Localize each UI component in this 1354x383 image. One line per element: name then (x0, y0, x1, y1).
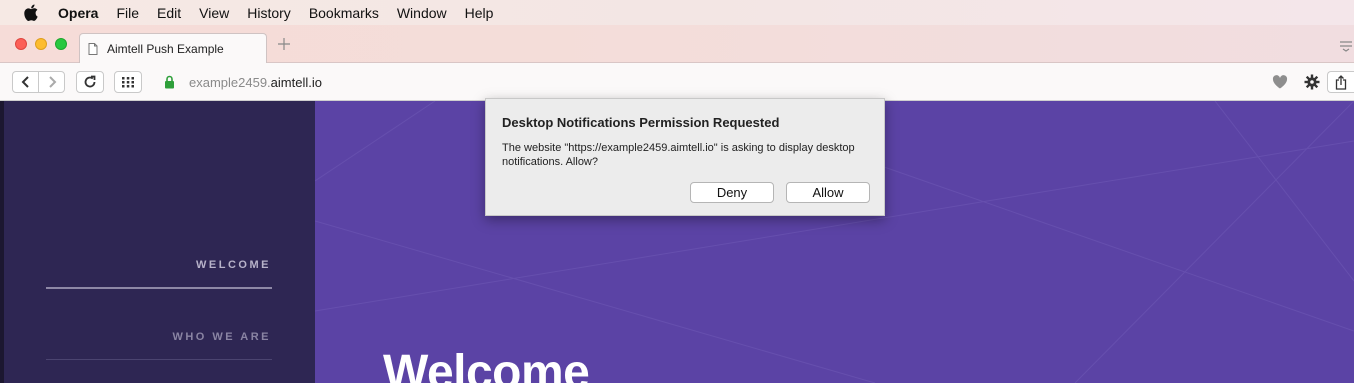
speed-dial-button[interactable] (114, 71, 142, 93)
gear-icon[interactable] (1304, 74, 1320, 90)
tab-title: Aimtell Push Example (107, 41, 224, 56)
sidebar-edge (0, 101, 4, 383)
share-icon (1335, 74, 1347, 90)
heart-icon[interactable] (1272, 75, 1288, 89)
menu-edit[interactable]: Edit (157, 5, 181, 21)
reload-button[interactable] (76, 71, 104, 93)
menu-view[interactable]: View (199, 5, 229, 21)
menu-file[interactable]: File (116, 5, 139, 21)
new-tab-plus-icon[interactable] (275, 35, 293, 53)
tab-menu-icon[interactable] (1338, 39, 1354, 52)
address-toolbar: example2459. aimtell.io (0, 63, 1354, 101)
menu-window[interactable]: Window (397, 5, 447, 21)
reload-icon (84, 75, 96, 88)
nav-link-who-we-are[interactable]: WHO WE ARE (46, 331, 271, 343)
menu-bar: Opera File Edit View History Bookmarks W… (0, 0, 1354, 25)
close-window-button[interactable] (15, 38, 27, 50)
share-button[interactable] (1327, 71, 1354, 93)
menu-history[interactable]: History (247, 5, 291, 21)
back-button[interactable] (12, 71, 39, 93)
nav-link-welcome[interactable]: WELCOME (46, 259, 271, 271)
grid-icon (122, 77, 134, 88)
url-subdomain: example2459. (189, 74, 271, 90)
dialog-message: The website "https://example2459.aimtell… (502, 142, 855, 168)
page-icon (88, 42, 98, 55)
menu-help[interactable]: Help (465, 5, 494, 21)
address-bar[interactable]: example2459. aimtell.io (154, 71, 1294, 93)
tab-aimtell-push-example[interactable]: Aimtell Push Example (79, 33, 267, 63)
deny-button[interactable]: Deny (690, 182, 774, 203)
allow-button[interactable]: Allow (786, 182, 870, 203)
url-domain: aimtell.io (270, 74, 322, 90)
minimize-window-button[interactable] (35, 38, 47, 50)
menu-app-opera[interactable]: Opera (58, 5, 98, 21)
hero-title: Welcome (383, 346, 590, 383)
chevron-right-icon (48, 76, 56, 88)
lock-icon (164, 75, 175, 89)
nav-divider (46, 359, 272, 360)
forward-button[interactable] (38, 71, 65, 93)
nav-active-underline (46, 287, 272, 289)
dialog-title: Desktop Notifications Permission Request… (502, 115, 780, 130)
zoom-window-button[interactable] (55, 38, 67, 50)
apple-icon[interactable] (22, 4, 40, 22)
chevron-left-icon (21, 76, 29, 88)
tab-strip: Aimtell Push Example (0, 25, 1354, 63)
notification-permission-dialog: Desktop Notifications Permission Request… (485, 98, 885, 216)
menu-bookmarks[interactable]: Bookmarks (309, 5, 379, 21)
